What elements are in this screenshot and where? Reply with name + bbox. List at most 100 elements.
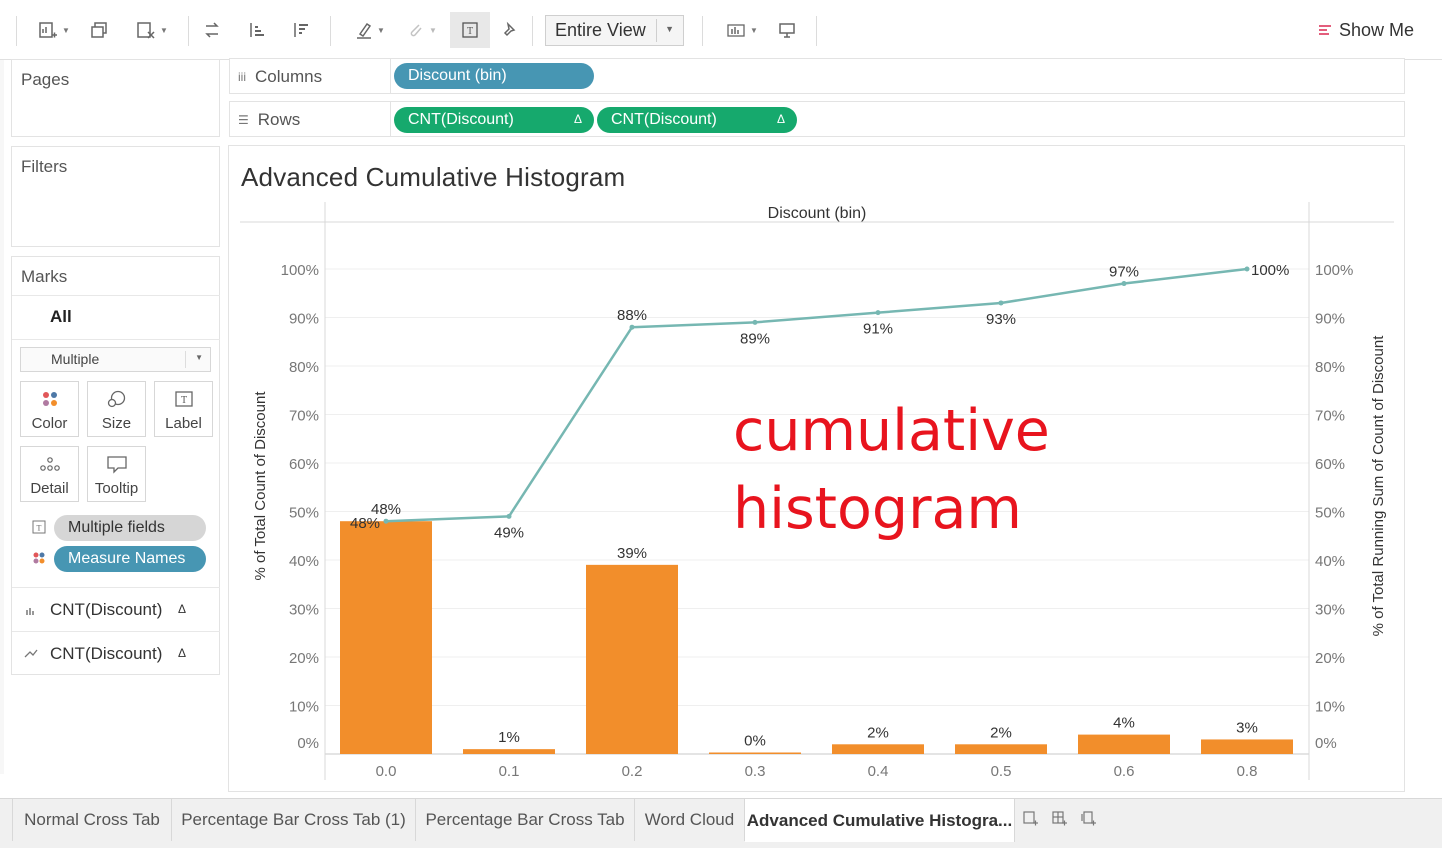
sort-descending-button[interactable]: [288, 14, 312, 46]
tab-label: Word Cloud: [644, 810, 735, 829]
tab-scroll-area: [0, 799, 13, 841]
tooltip-button[interactable]: Tooltip: [87, 446, 146, 502]
toolbar-divider: [188, 16, 189, 46]
marks-card: Marks All Multiple ▼ Color Size T Label …: [11, 256, 220, 675]
svg-text:T: T: [467, 26, 473, 37]
line-data-label: 48%: [371, 501, 401, 518]
tab-percentage-bar-cross-tab[interactable]: Percentage Bar Cross Tab: [416, 799, 635, 841]
color-icon: [42, 392, 57, 406]
histogram-bar: [832, 744, 924, 754]
new-worksheet-button[interactable]: ▼: [32, 14, 76, 46]
x-axis-ticks: 0.0 0.1 0.2 0.3 0.4 0.5 0.6 0.8: [376, 763, 1258, 780]
discount-bin-pill[interactable]: Discount (bin): [394, 63, 594, 89]
cumulative-point: [998, 300, 1004, 306]
line-data-label: 88%: [617, 307, 647, 324]
columns-shelf-label: iii Columns: [238, 67, 322, 87]
marks-all-row[interactable]: All: [12, 295, 220, 339]
pages-card[interactable]: Pages: [11, 59, 220, 137]
left-axis-ticks: 0% 10% 20% 30% 40% 50% 60% 70% 80% 90% 100%: [281, 262, 319, 752]
show-me-icon: [1318, 24, 1331, 38]
fix-axes-button[interactable]: [498, 14, 522, 46]
tab-label: Percentage Bar Cross Tab: [425, 810, 625, 829]
shelf-divider: [390, 59, 391, 93]
group-members-button[interactable]: ▼: [400, 14, 444, 46]
show-cards-button[interactable]: ▼: [720, 14, 764, 46]
multiple-fields-pill[interactable]: Multiple fields: [54, 515, 206, 541]
show-mark-labels-button[interactable]: T: [450, 12, 490, 48]
label-field-icon: T: [32, 520, 46, 534]
y2-tick-label: 50%: [1315, 505, 1345, 522]
sheet-tabs: Normal Cross Tab Percentage Bar Cross Ta…: [0, 798, 1442, 848]
viz-pane: Advanced Cumulative Histogram Discount (…: [228, 145, 1405, 792]
cumulative-point: [383, 518, 389, 524]
swap-rows-columns-button[interactable]: [200, 14, 224, 46]
chevron-down-icon: ▼: [665, 24, 674, 34]
histogram-bar: [463, 749, 555, 754]
new-story-tab-icon[interactable]: [1081, 811, 1097, 830]
presentation-icon: [779, 23, 795, 38]
cnt-discount-bar-pill[interactable]: CNT(Discount) Δ: [394, 107, 594, 133]
y-tick-label: 100%: [281, 262, 319, 279]
filters-card[interactable]: Filters: [11, 146, 220, 247]
measure-names-pill[interactable]: Measure Names: [54, 546, 206, 572]
cnt-discount-bar-pill-label: CNT(Discount): [408, 111, 514, 128]
cnt-discount-line-pill[interactable]: CNT(Discount) Δ: [597, 107, 797, 133]
tab-label: Normal Cross Tab: [24, 810, 160, 829]
cumulative-point: [1244, 266, 1250, 272]
annotation-line-2: histogram: [733, 476, 1022, 542]
shelf-divider: [390, 102, 391, 136]
histogram-bar: [1201, 739, 1293, 754]
toolbar-divider: [330, 16, 331, 46]
sort-ascending-button[interactable]: [244, 14, 268, 46]
x-tick-label: 0.3: [745, 763, 766, 780]
x-tick-label: 0.4: [868, 763, 889, 780]
tab-word-cloud[interactable]: Word Cloud: [635, 799, 745, 841]
show-me-button[interactable]: Show Me: [1318, 20, 1414, 41]
columns-shelf[interactable]: iii Columns Discount (bin): [229, 58, 1405, 94]
duplicate-button[interactable]: [88, 14, 110, 46]
marks-measure-bar-row[interactable]: CNT(Discount) Δ: [12, 587, 220, 631]
line-data-label: 100%: [1251, 262, 1289, 279]
mark-type-select[interactable]: Multiple ▼: [20, 347, 211, 372]
presentation-mode-button[interactable]: [775, 14, 799, 46]
toolbar: ▼ ▼ ▼ ▼ T Entire View ▼ ▼ Show Me: [0, 0, 1442, 60]
bar-data-label: 2%: [990, 724, 1012, 741]
detail-button[interactable]: Detail: [20, 446, 79, 502]
fit-select[interactable]: Entire View ▼: [545, 15, 684, 46]
new-worksheet-tab-icon[interactable]: [1023, 811, 1039, 830]
tab-advanced-cumulative-histogram[interactable]: Advanced Cumulative Histogra...: [745, 798, 1015, 842]
bar-data-label: 39%: [617, 545, 647, 562]
sort-ascending-icon: [250, 23, 264, 37]
cumulative-point: [629, 324, 635, 330]
chevron-down-icon: ▼: [160, 25, 168, 35]
size-button[interactable]: Size: [87, 381, 146, 437]
label-button[interactable]: T Label: [154, 381, 213, 437]
y2-tick-label: 30%: [1315, 602, 1345, 619]
y-tick-label: 30%: [289, 602, 319, 619]
tab-percentage-bar-cross-tab-1[interactable]: Percentage Bar Cross Tab (1): [172, 799, 416, 841]
tab-normal-cross-tab[interactable]: Normal Cross Tab: [13, 799, 172, 841]
clear-sheet-button[interactable]: ▼: [130, 14, 174, 46]
histogram-bar: [340, 521, 432, 754]
y2-tick-label: 90%: [1315, 311, 1345, 328]
color-button[interactable]: Color: [20, 381, 79, 437]
columns-label-text: Columns: [255, 67, 323, 86]
rows-shelf[interactable]: ☰ Rows CNT(Discount) Δ CNT(Discount) Δ: [229, 101, 1405, 137]
duplicate-icon: [91, 22, 107, 38]
chevron-down-icon: ▼: [195, 353, 203, 362]
highlight-button[interactable]: ▼: [350, 14, 390, 46]
line-data-label: 91%: [863, 321, 893, 338]
text-label-icon: T: [462, 22, 478, 38]
y2-tick-label: 0%: [1315, 735, 1337, 752]
new-dashboard-tab-icon[interactable]: [1052, 811, 1068, 830]
color-button-label: Color: [31, 415, 68, 432]
sort-descending-icon: [294, 23, 308, 37]
bar-data-label: 1%: [498, 729, 520, 746]
chevron-down-icon: ▼: [377, 25, 385, 35]
x-tick-label: 0.5: [991, 763, 1012, 780]
marks-measure-line-row[interactable]: CNT(Discount) Δ: [12, 631, 220, 675]
fit-select-divider: [656, 19, 657, 42]
y-tick-label: 50%: [289, 505, 319, 522]
swap-icon: [205, 22, 219, 38]
rows-icon: ☰: [238, 113, 249, 127]
